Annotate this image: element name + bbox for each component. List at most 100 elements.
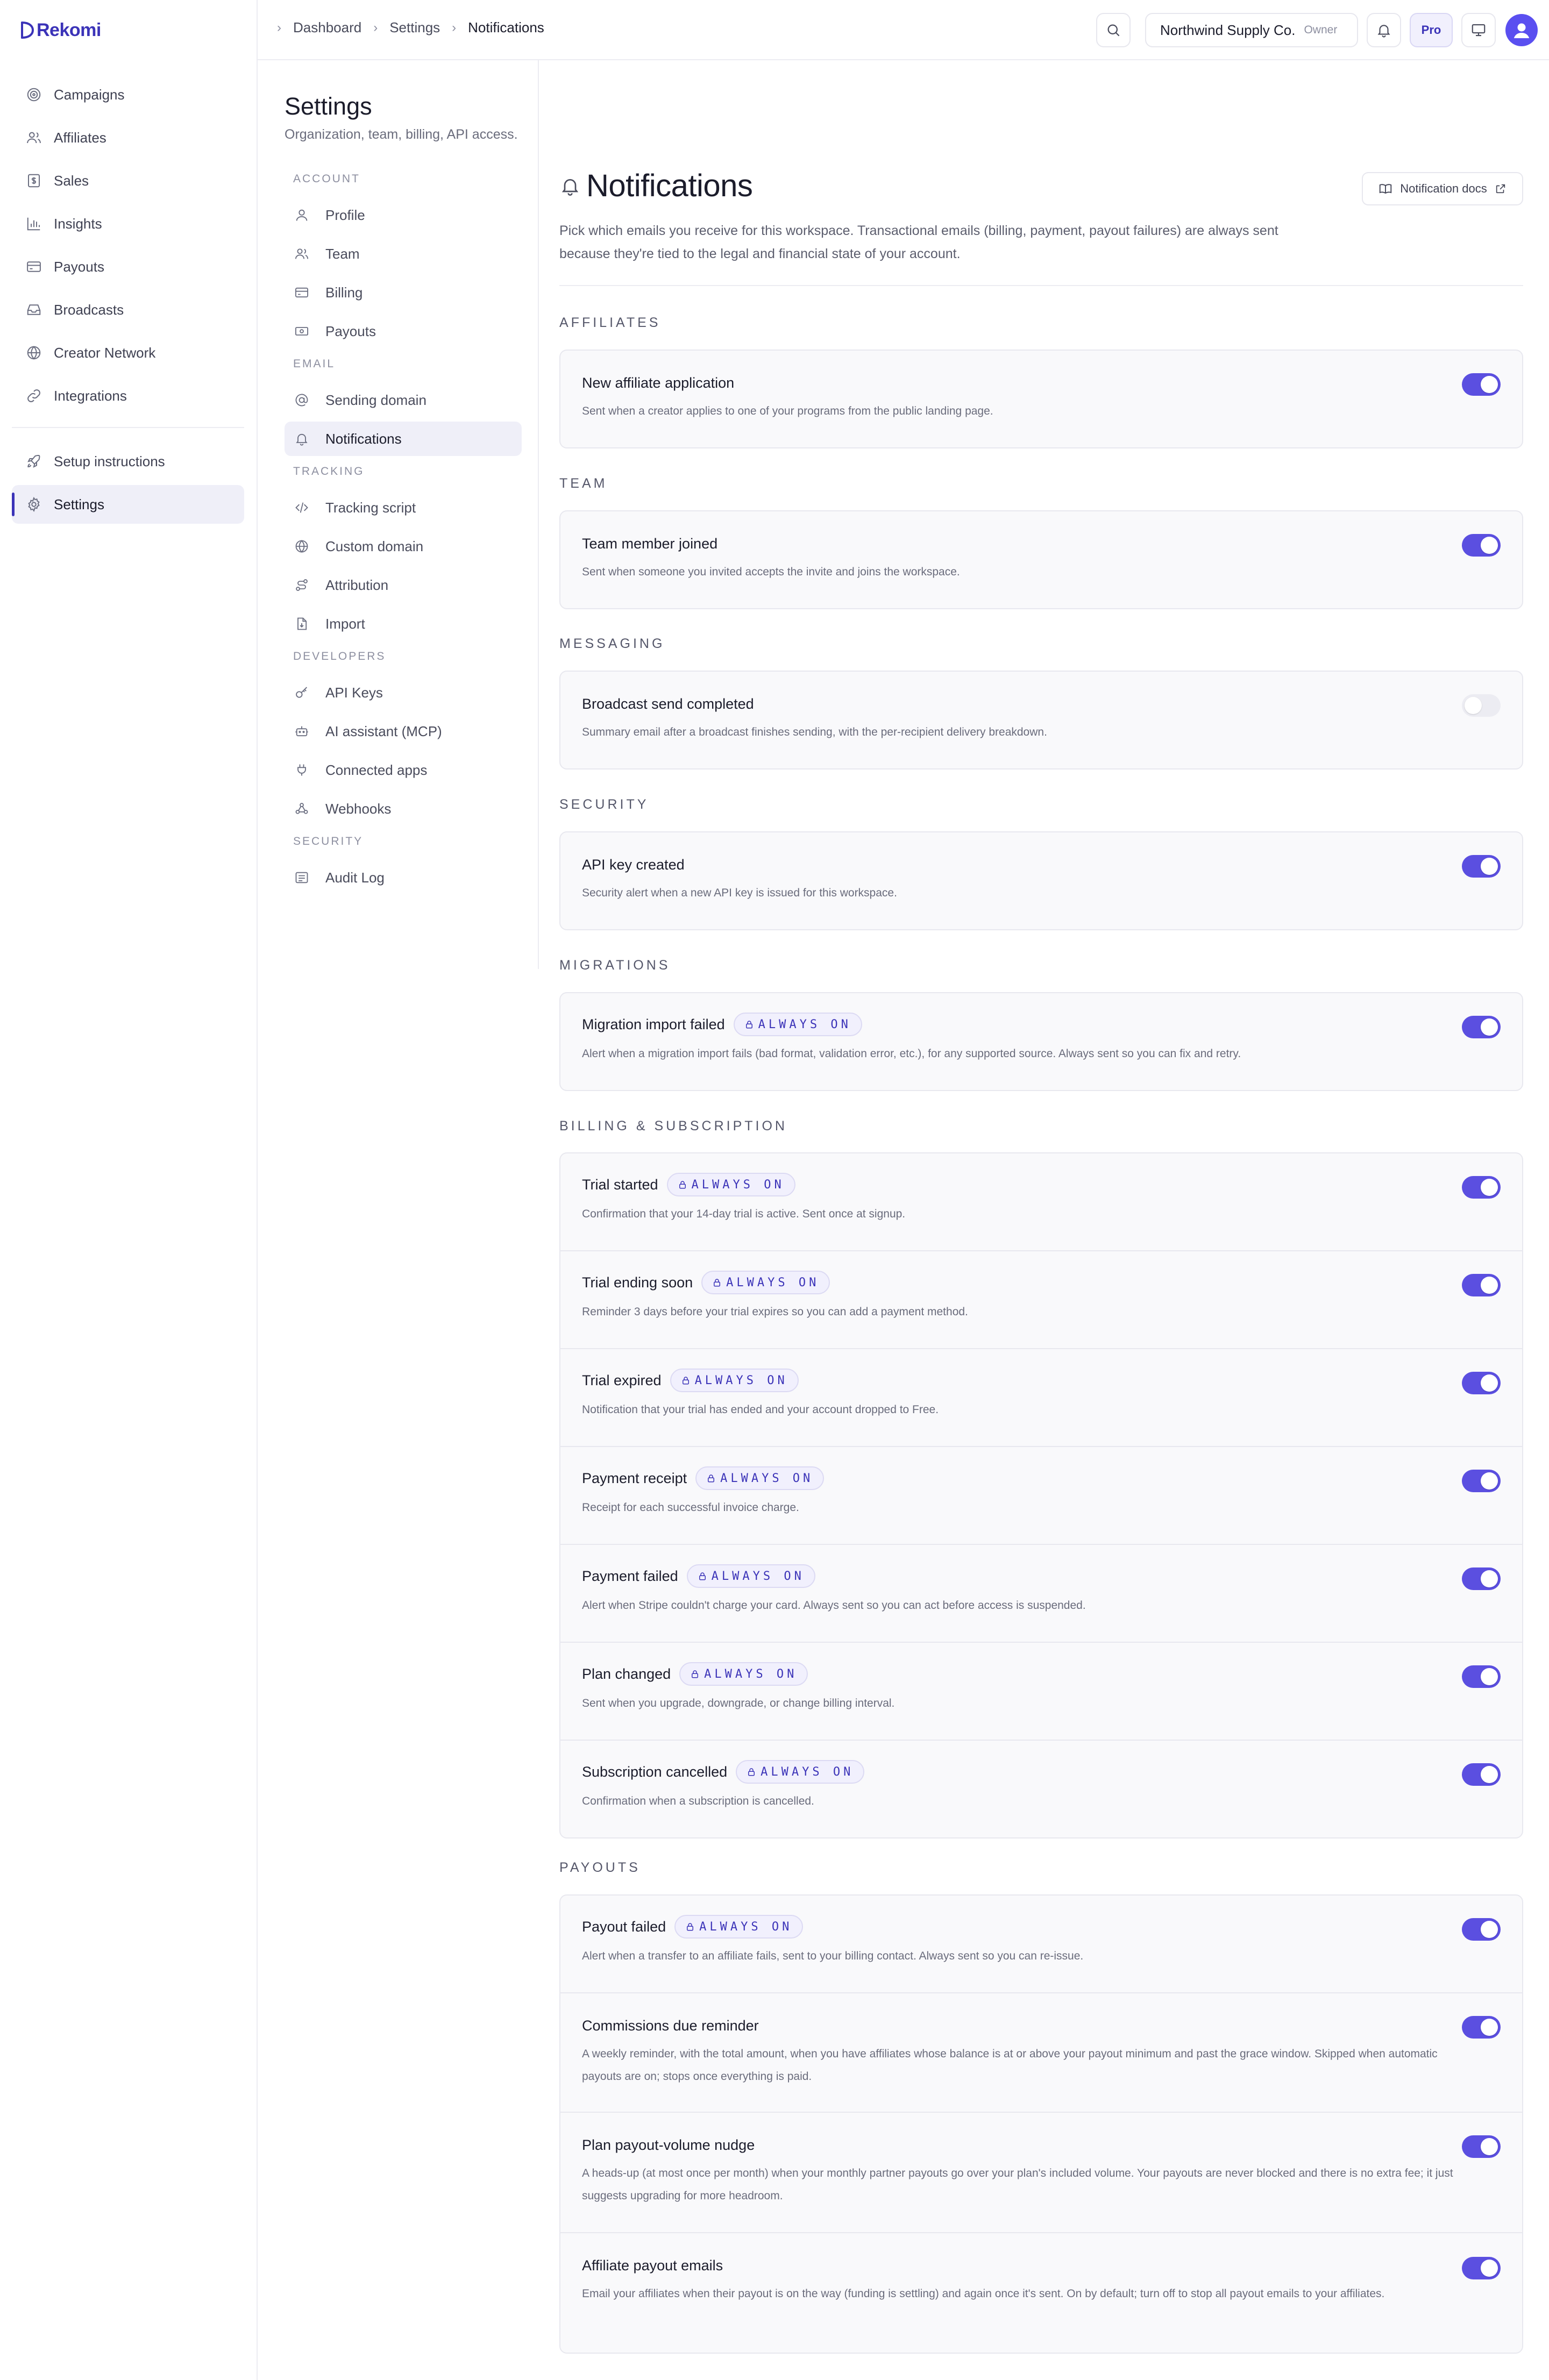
nav-divider <box>12 427 244 428</box>
settings-item-connected-apps[interactable]: Connected apps <box>285 753 522 787</box>
notification-toggle[interactable] <box>1462 1176 1501 1199</box>
notification-description: Alert when a migration import fails (bad… <box>582 1048 1241 1060</box>
notification-toggle[interactable] <box>1462 2257 1501 2279</box>
settings-item-audit-log[interactable]: Audit Log <box>285 860 522 895</box>
notification-description: Security alert when a new API key is iss… <box>582 887 897 899</box>
notification-description: Email your affiliates when their payout … <box>582 2288 1385 2300</box>
key-icon <box>294 685 309 700</box>
always-on-badge: ALWAYS ON <box>736 1760 865 1784</box>
lock-icon <box>748 1768 755 1776</box>
notification-title: Affiliate payout emails <box>582 2257 723 2274</box>
avatar[interactable] <box>1505 14 1538 46</box>
rocket-icon <box>26 453 42 469</box>
nav-item-sales[interactable]: Sales <box>12 161 244 200</box>
notification-title-text: Team member joined <box>582 536 718 552</box>
search-button[interactable] <box>1096 13 1131 47</box>
inbox-icon <box>26 302 42 318</box>
notification-toggle[interactable] <box>1462 1016 1501 1038</box>
settings-item-ai-assistant[interactable]: AI assistant (MCP) <box>285 714 522 749</box>
credit-card-icon <box>294 285 309 300</box>
notification-description: A weekly reminder, with the total amount… <box>582 2048 1438 2083</box>
section-label-messaging: MESSAGING <box>559 636 665 651</box>
settings-item-payouts[interactable]: Payouts <box>285 314 522 348</box>
nav-item-insights[interactable]: Insights <box>12 204 244 243</box>
section-card-messaging: Broadcast send completed Summary email a… <box>559 671 1523 769</box>
breadcrumb-settings[interactable]: Settings <box>389 19 440 36</box>
notification-toggle[interactable] <box>1462 2135 1501 2158</box>
notification-row: Trial started ALWAYS ON Confirmation that… <box>560 1153 1522 1251</box>
nav-item-settings[interactable]: Settings <box>12 485 244 524</box>
log-icon <box>294 870 309 885</box>
nav-item-label: Integrations <box>54 387 127 404</box>
plan-badge[interactable]: Pro <box>1410 13 1453 47</box>
settings-item-sending-domain[interactable]: Sending domain <box>285 383 522 417</box>
settings-item-label: Billing <box>325 284 363 301</box>
notification-title: Plan payout-volume nudge <box>582 2137 755 2154</box>
nav-item-payouts[interactable]: Payouts <box>12 247 244 286</box>
notification-title-text: Plan payout-volume nudge <box>582 2137 755 2153</box>
notification-row: Payment receipt ALWAYS ON Receipt for eac… <box>560 1447 1522 1545</box>
nav-item-campaigns[interactable]: Campaigns <box>12 75 244 114</box>
section-label-security: SECURITY <box>559 797 649 812</box>
settings-item-label: Sending domain <box>325 391 427 408</box>
user-icon <box>1514 23 1530 38</box>
notification-title-text: Broadcast send completed <box>582 696 754 712</box>
notification-toggle[interactable] <box>1462 1918 1501 1941</box>
breadcrumb-dashboard[interactable]: Dashboard <box>293 19 361 36</box>
notification-toggle[interactable] <box>1462 1274 1501 1296</box>
notification-toggle[interactable] <box>1462 1470 1501 1492</box>
notification-toggle[interactable] <box>1462 534 1501 557</box>
user-icon <box>294 208 309 223</box>
nav-item-label: Broadcasts <box>54 301 124 318</box>
notification-description: Sent when you upgrade, downgrade, or cha… <box>582 1697 895 1709</box>
always-on-badge: ALWAYS ON <box>701 1271 830 1294</box>
app-logo[interactable]: Rekomi <box>19 18 101 42</box>
notification-row: Plan payout-volume nudge A heads-up (at … <box>560 2113 1522 2233</box>
nav-item-label: Sales <box>54 172 89 189</box>
always-on-label: ALWAYS ON <box>758 1017 851 1031</box>
page-header: Notifications <box>559 168 753 204</box>
settings-item-tracking-script[interactable]: Tracking script <box>285 490 522 525</box>
notifications-button[interactable] <box>1367 13 1401 47</box>
notification-toggle[interactable] <box>1462 373 1501 396</box>
nav-item-integrations[interactable]: Integrations <box>12 376 244 415</box>
notification-title-text: Payout failed <box>582 1918 666 1935</box>
settings-item-webhooks[interactable]: Webhooks <box>285 792 522 826</box>
settings-item-team[interactable]: Team <box>285 237 522 271</box>
settings-item-billing[interactable]: Billing <box>285 275 522 310</box>
notification-toggle[interactable] <box>1462 1567 1501 1590</box>
notification-toggle[interactable] <box>1462 1665 1501 1688</box>
notification-row: New affiliate application Sent when a cr… <box>560 351 1522 447</box>
notification-toggle[interactable] <box>1462 1763 1501 1786</box>
notification-title: New affiliate application <box>582 375 734 391</box>
settings-item-label: Custom domain <box>325 538 424 554</box>
nav-item-setup-instructions[interactable]: Setup instructions <box>12 442 244 481</box>
always-on-badge: ALWAYS ON <box>666 1173 795 1196</box>
settings-item-import[interactable]: Import <box>285 607 522 641</box>
nav-item-affiliates[interactable]: Affiliates <box>12 118 244 157</box>
notification-description: A heads-up (at most once per month) when… <box>582 2167 1453 2202</box>
notification-docs-button[interactable]: Notification docs <box>1362 172 1523 205</box>
notification-title: Trial expired ALWAYS ON <box>582 1369 799 1392</box>
notification-toggle[interactable] <box>1462 1372 1501 1394</box>
display-button[interactable] <box>1461 13 1496 47</box>
nav-item-creator-network[interactable]: Creator Network <box>12 333 244 372</box>
settings-item-api-keys[interactable]: API Keys <box>285 675 522 710</box>
settings-item-profile[interactable]: Profile <box>285 198 522 232</box>
section-card-team: Team member joined Sent when someone you… <box>559 510 1523 609</box>
notification-row: API key created Security alert when a ne… <box>560 832 1522 929</box>
notification-description: Sent when a creator applies to one of yo… <box>582 405 993 417</box>
settings-item-custom-domain[interactable]: Custom domain <box>285 529 522 564</box>
notification-toggle[interactable] <box>1462 694 1501 717</box>
notification-toggle[interactable] <box>1462 2016 1501 2039</box>
settings-item-attribution[interactable]: Attribution <box>285 568 522 602</box>
notification-toggle[interactable] <box>1462 855 1501 878</box>
settings-group-label: EMAIL <box>293 358 336 370</box>
nav-item-broadcasts[interactable]: Broadcasts <box>12 290 244 329</box>
settings-group-label: DEVELOPERS <box>293 650 386 662</box>
settings-title: Settings <box>285 92 372 120</box>
notification-row: Plan changed ALWAYS ON Sent when you upgr… <box>560 1643 1522 1741</box>
settings-item-notifications[interactable]: Notifications <box>285 422 522 456</box>
org-switcher[interactable]: Northwind Supply Co. Owner <box>1145 13 1358 47</box>
always-on-label: ALWAYS ON <box>704 1667 798 1681</box>
